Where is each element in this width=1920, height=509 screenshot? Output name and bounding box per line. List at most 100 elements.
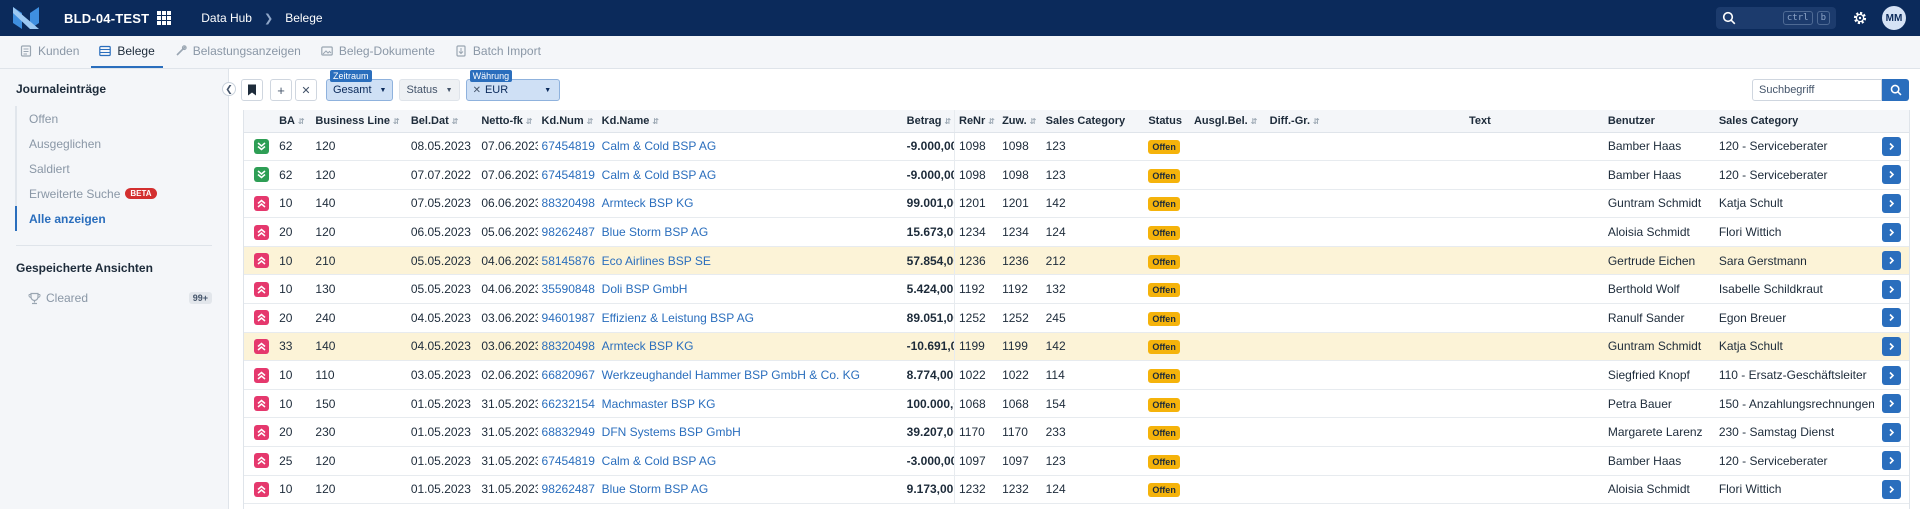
saved-view-cleared[interactable]: Cleared 99+	[28, 285, 212, 311]
cell-kd-num-link[interactable]: 88320498	[537, 189, 598, 219]
open-row-button[interactable]	[1881, 336, 1901, 356]
cell-kd-name-link[interactable]: Calm & Cold BSP AG	[597, 446, 903, 476]
open-row-button[interactable]	[1881, 136, 1901, 156]
cell-kd-num-link[interactable]: 68832949	[537, 417, 598, 448]
tab-beleg-dokumente[interactable]: Beleg-Dokumente	[313, 35, 443, 68]
remove-filter-icon[interactable]: ✕	[473, 85, 481, 96]
open-row-button[interactable]	[1881, 308, 1901, 328]
cell-kd-num-link[interactable]: 58145876	[537, 246, 598, 276]
open-row-button[interactable]	[1881, 365, 1901, 385]
sidebar-item-alle-anzeigen[interactable]: Alle anzeigen	[15, 206, 228, 231]
cell-kd-num-link[interactable]: 67454819	[537, 132, 598, 162]
add-button[interactable]: +	[270, 79, 292, 101]
tab-belege[interactable]: Belege	[91, 35, 163, 68]
table-row[interactable]: 20 120 06.05.2023 05.06.2023 98262487 Blue St…	[244, 217, 1909, 247]
open-row-button[interactable]	[1881, 422, 1901, 442]
cell-kd-name-link[interactable]: Doli BSP GmbH	[597, 274, 903, 305]
app-logo-icon[interactable]	[8, 0, 44, 36]
open-row-button[interactable]	[1881, 479, 1901, 499]
cell-kd-name-link[interactable]: Calm & Cold BSP AG	[597, 160, 903, 190]
cell-kd-name-link[interactable]: Calm & Cold BSP AG	[597, 132, 903, 162]
clear-button[interactable]: ✕	[295, 79, 317, 101]
column-header-diff-gr[interactable]: Diff.-Gr. ⇵	[1265, 110, 1356, 133]
open-row-button[interactable]	[1881, 279, 1901, 299]
avatar[interactable]: MM	[1882, 6, 1906, 30]
cell-kd-num-link[interactable]: 67454819	[537, 446, 598, 476]
sidebar-item-erweiterte-suche[interactable]: Erweiterte Suche BETA	[15, 181, 228, 206]
column-header-zuw[interactable]: Zuw. ⇵	[998, 110, 1042, 133]
column-header-bel-dat[interactable]: Bel.Dat ⇵	[406, 110, 478, 133]
table-row[interactable]: 62 120 08.05.2023 07.06.2023 67454819 Calm & …	[244, 132, 1909, 162]
column-header-status[interactable]: Status	[1144, 110, 1190, 133]
collapse-sidebar-button[interactable]: ❮	[222, 82, 236, 96]
cell-kd-name-link[interactable]: Effizienz & Leistung BSP AG	[597, 303, 903, 333]
column-header-ausgl-bel[interactable]: Ausgl.Bel. ⇵	[1189, 110, 1266, 133]
cell-kd-name-link[interactable]: Armteck BSP KG	[597, 332, 903, 362]
filter-status[interactable]: Status ▼	[399, 79, 460, 101]
table-row[interactable]: 10 110 03.05.2023 02.06.2023 66820967 Werkzeu…	[244, 360, 1909, 390]
cell-kd-name-link[interactable]: Blue Storm BSP AG	[597, 217, 903, 247]
column-header-business-line[interactable]: Business Line ⇵	[311, 110, 407, 133]
cell-kd-name-link[interactable]: Blue Storm BSP AG	[597, 475, 903, 505]
cell-kd-num-link[interactable]: 66232154	[537, 389, 598, 419]
column-header-benutzer[interactable]: Benutzer	[1603, 110, 1715, 133]
table-search	[1752, 79, 1909, 101]
cell-kd-num-link[interactable]: 88320498	[537, 332, 598, 362]
filter-waehrung[interactable]: Währung ✕ EUR ▼	[465, 70, 561, 101]
gear-icon[interactable]	[1852, 10, 1868, 26]
cell-kd-num-link[interactable]: 98262487	[537, 475, 598, 505]
cell-kd-num-link[interactable]: 94601987	[537, 303, 598, 333]
cell-kd-num-link[interactable]: 98262487	[537, 217, 598, 247]
open-row-button[interactable]	[1881, 451, 1901, 471]
table-row[interactable]: 10 130 05.05.2023 04.06.2023 35590848 Doli BS…	[244, 274, 1909, 305]
sidebar-item-offen[interactable]: Offen	[15, 106, 228, 131]
column-header-kd-num[interactable]: Kd.Num ⇵	[537, 110, 598, 133]
bookmark-button[interactable]	[241, 79, 263, 101]
open-row-button[interactable]	[1881, 165, 1901, 185]
sidebar-item-ausgeglichen[interactable]: Ausgeglichen	[15, 131, 228, 156]
table-row[interactable]: 62 120 07.07.2022 07.06.2023 67454819 Calm & …	[244, 160, 1909, 190]
search-button[interactable]	[1882, 79, 1909, 101]
column-header-sales-category[interactable]: Sales Category	[1041, 110, 1145, 133]
cell-kd-name-link[interactable]: DFN Systems BSP GmbH	[597, 417, 903, 448]
sort-icon: ⇵	[1029, 116, 1037, 126]
table-row[interactable]: 25 120 01.05.2023 31.05.2023 67454819 Calm & …	[244, 446, 1909, 476]
table-row[interactable]: 10 120 01.05.2023 31.05.2023 98262487 Blue St…	[244, 475, 1909, 505]
sort-icon: ⇵	[392, 116, 400, 126]
column-header-netto-fk[interactable]: Netto-fk ⇵	[477, 110, 538, 133]
tab-batch-import[interactable]: Batch Import	[447, 35, 549, 68]
column-header-betrag[interactable]: Betrag ⇵	[902, 110, 955, 133]
filter-zeitraum[interactable]: Zeitraum Gesamt ▼	[326, 70, 394, 101]
table-row[interactable]: 10 140 07.05.2023 06.06.2023 88320498 Armteck…	[244, 189, 1909, 219]
cell-kd-num-link[interactable]: 35590848	[537, 274, 598, 305]
column-header-sales-category-2[interactable]: Sales Category	[1714, 110, 1874, 133]
open-row-button[interactable]	[1881, 193, 1901, 213]
tab-belastungsanzeigen[interactable]: Belastungsanzeigen	[167, 35, 309, 68]
sidebar-item-saldiert[interactable]: Saldiert	[15, 156, 228, 181]
column-header-renr[interactable]: ReNr ⇵	[954, 110, 999, 133]
table-row[interactable]: 20 230 01.05.2023 31.05.2023 68832949 DFN Sys…	[244, 417, 1909, 448]
open-row-button[interactable]	[1881, 394, 1901, 414]
cell-kd-name-link[interactable]: Armteck BSP KG	[597, 189, 903, 219]
table-row[interactable]: 10 210 05.05.2023 04.06.2023 58145876 Eco Air…	[244, 246, 1909, 276]
global-search[interactable]: ctrl b	[1716, 7, 1836, 29]
open-row-button[interactable]	[1881, 222, 1901, 242]
search-input[interactable]	[1752, 79, 1882, 101]
column-header-kd-name[interactable]: Kd.Name ⇵	[597, 110, 903, 133]
tab-kunden[interactable]: Kunden	[12, 35, 87, 68]
open-row-button[interactable]	[1881, 251, 1901, 271]
table-row[interactable]: 10 150 01.05.2023 31.05.2023 66232154 Machmas…	[244, 389, 1909, 419]
cell-kd-name-link[interactable]: Machmaster BSP KG	[597, 389, 903, 419]
table-row[interactable]: 20 240 04.05.2023 03.06.2023 94601987 Effizie…	[244, 303, 1909, 333]
table-row[interactable]: 33 140 04.05.2023 03.06.2023 88320498 Armteck…	[244, 332, 1909, 362]
column-header-ba[interactable]: BA ⇵	[275, 110, 312, 133]
cell-kd-name-link[interactable]: Eco Airlines BSP SE	[597, 246, 903, 276]
cell-action	[1873, 189, 1909, 219]
cell-kd-name-link[interactable]: Werkzeughandel Hammer BSP GmbH & Co. KG	[597, 360, 903, 390]
cell-action	[1873, 332, 1909, 362]
breadcrumb-item[interactable]: Data Hub	[201, 11, 252, 25]
column-header-text[interactable]: Text	[1355, 110, 1604, 133]
cell-kd-num-link[interactable]: 67454819	[537, 160, 598, 190]
cell-kd-num-link[interactable]: 66820967	[537, 360, 598, 390]
app-grid-icon[interactable]	[157, 11, 172, 25]
